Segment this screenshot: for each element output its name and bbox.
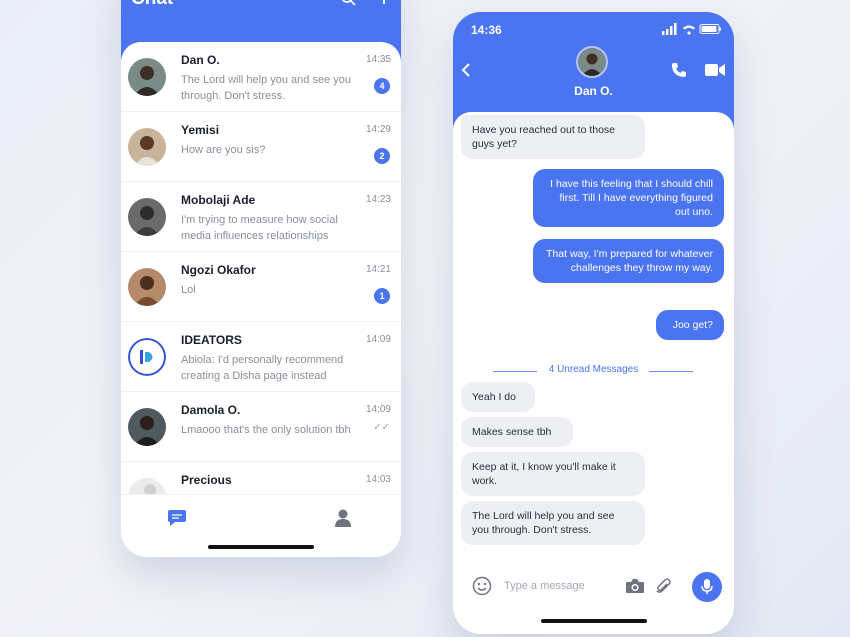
chat-name: Damola O.: [181, 403, 241, 417]
add-icon[interactable]: [376, 0, 392, 6]
chat-preview: Abiola: I'd personally recommend creatin…: [181, 354, 344, 382]
contact-avatar[interactable]: [576, 46, 608, 78]
status-time: 14:36: [471, 23, 502, 37]
chat-item-ideators[interactable]: IDEATORS Abiola: I'd personally recommen…: [121, 322, 401, 392]
video-call-icon[interactable]: [705, 63, 725, 77]
chat-preview: The Lord will help you and see you throu…: [181, 74, 351, 102]
chat-name: IDEATORS: [181, 333, 242, 347]
avatar: [128, 478, 166, 494]
message-thread: Have you reached out to those guys yet? …: [453, 112, 734, 568]
message-composer: [453, 568, 734, 634]
chat-time: 14:21: [365, 264, 391, 275]
avatar: [128, 198, 166, 236]
search-icon[interactable]: [340, 0, 356, 6]
chat-item-yemisi[interactable]: Yemisi How are you sis? 14:29 2: [121, 112, 401, 182]
chat-name: Ngozi Okafor: [181, 263, 256, 277]
chat-preview: How are you sis?: [181, 144, 266, 156]
emoji-icon[interactable]: [472, 576, 492, 596]
unread-badge: 4: [374, 78, 390, 94]
attachment-icon[interactable]: [655, 577, 671, 595]
camera-icon[interactable]: [625, 578, 645, 594]
bottom-tab-bar: [121, 494, 401, 557]
avatar: [128, 408, 166, 446]
chat-item-precious[interactable]: Precious 14:03: [121, 462, 401, 494]
user-icon[interactable]: [334, 508, 352, 528]
divider-line: [649, 371, 693, 372]
home-indicator: [208, 545, 314, 549]
message-incoming: The Lord will help you and see you throu…: [461, 501, 645, 545]
chat-item-ngozi-okafor[interactable]: Ngozi Okafor Lol 14:21 1: [121, 252, 401, 322]
message-incoming: Have you reached out to those guys yet?: [461, 115, 645, 159]
avatar: [128, 58, 166, 96]
chat-item-mobolaji-ade[interactable]: Mobolaji Ade I'm trying to measure how s…: [121, 182, 401, 252]
avatar: [128, 128, 166, 166]
voice-record-button[interactable]: [692, 572, 722, 602]
chat-name: Mobolaji Ade: [181, 193, 256, 207]
message-outgoing: Joo get?: [656, 310, 724, 340]
message-incoming: Yeah I do: [461, 382, 535, 412]
message-incoming: Makes sense tbh: [461, 417, 573, 447]
chat-name: Precious: [181, 473, 232, 487]
home-indicator: [541, 619, 647, 623]
group-logo: [128, 338, 166, 376]
unread-badge: 1: [374, 288, 390, 304]
chat-item-damola-o[interactable]: Damola O. Lmaooo that's the only solutio…: [121, 392, 401, 462]
conversation-phone: 14:36 Dan O. Have you reached out to tho…: [453, 12, 734, 634]
phone-call-icon[interactable]: [671, 62, 687, 78]
chat-time: 14:29: [365, 124, 391, 135]
page-title: Chat: [131, 0, 173, 10]
chat-bubble-icon[interactable]: [167, 509, 187, 527]
chat-list-phone: Chat Dan O. The Lord will help you and s…: [121, 0, 401, 557]
chat-preview: Lol: [181, 284, 196, 296]
chat-preview: I'm trying to measure how social media i…: [181, 214, 338, 242]
message-incoming: Keep at it, I know you'll make it work.: [461, 452, 645, 496]
chat-time: 14:09: [365, 334, 391, 345]
chat-preview: Lmaooo that's the only solution tbh: [181, 424, 351, 436]
unread-divider: 4 Unread Messages: [548, 364, 639, 375]
message-input[interactable]: [504, 576, 614, 596]
chat-list: Dan O. The Lord will help you and see yo…: [121, 42, 401, 494]
avatar: [128, 268, 166, 306]
microphone-icon: [701, 579, 713, 594]
chat-time: 14:09: [365, 404, 391, 415]
chat-name: Dan O.: [181, 53, 220, 67]
chat-name: Yemisi: [181, 123, 220, 137]
contact-name: Dan O.: [574, 84, 613, 98]
back-icon[interactable]: [459, 62, 473, 78]
message-outgoing: I have this feeling that I should chill …: [533, 169, 724, 227]
chat-item-dan-o[interactable]: Dan O. The Lord will help you and see yo…: [121, 42, 401, 112]
chat-time: 14:35: [365, 54, 391, 65]
status-bar-icons: [662, 23, 721, 35]
chat-time: 14:03: [365, 474, 391, 485]
chat-time: 14:23: [365, 194, 391, 205]
read-receipt-icon: ✓✓: [373, 422, 390, 433]
unread-badge: 2: [374, 148, 390, 164]
message-outgoing: That way, I'm prepared for whatever chal…: [533, 239, 724, 283]
